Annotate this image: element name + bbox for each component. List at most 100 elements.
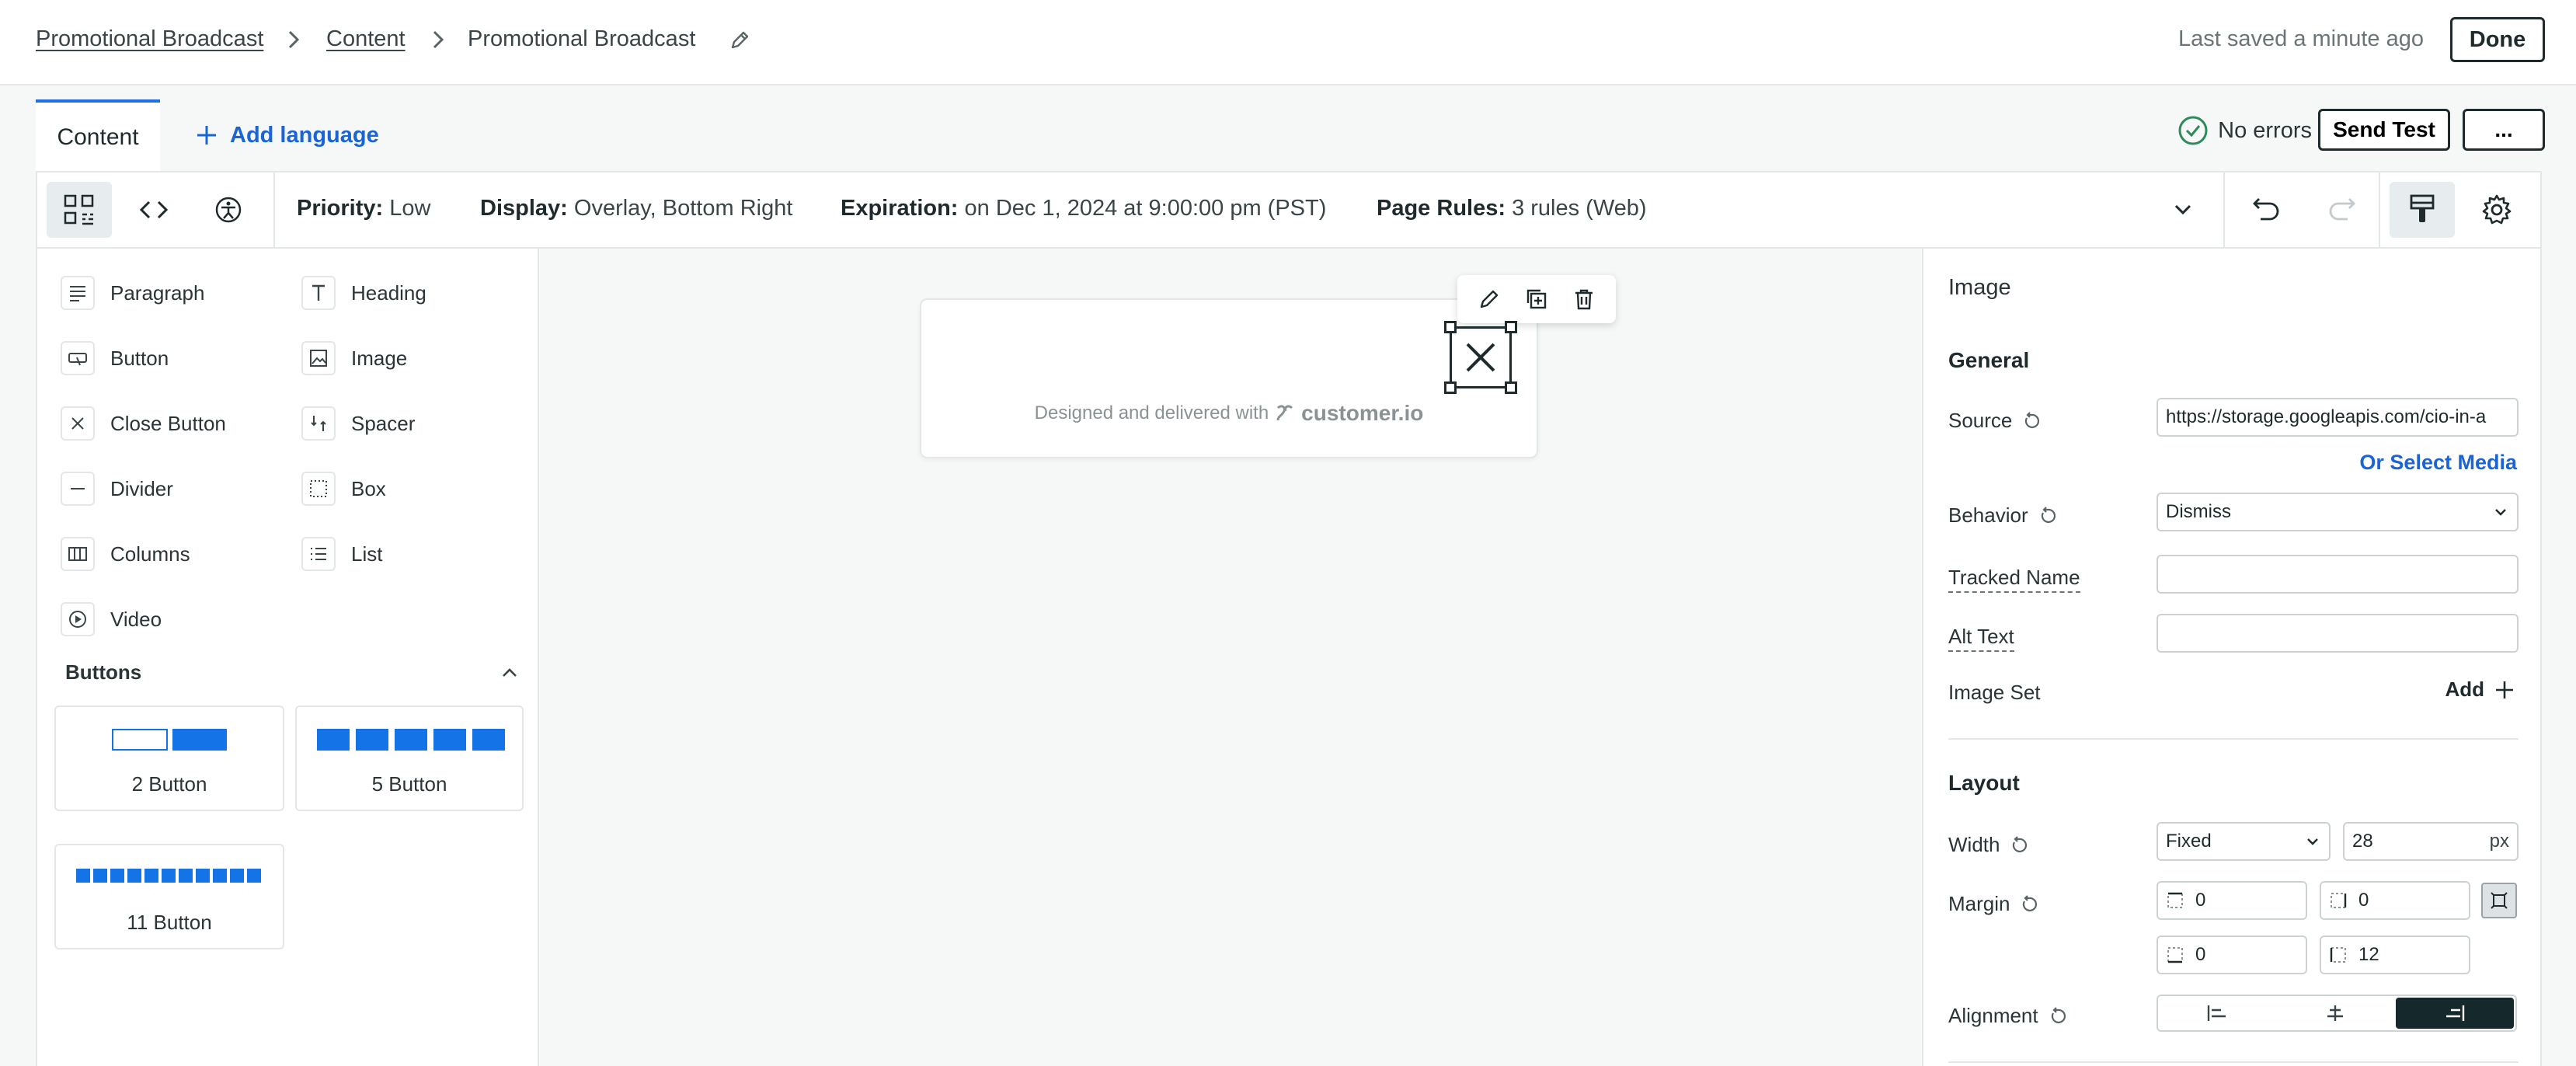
buttons-section-title: Buttons xyxy=(65,660,142,684)
resize-handle[interactable] xyxy=(1505,321,1517,333)
resize-handle[interactable] xyxy=(1505,381,1517,394)
video-play-icon xyxy=(61,602,95,636)
properties-panel: Image General Source https://storage.goo… xyxy=(1922,249,2542,1066)
image-set-add-button[interactable]: Add xyxy=(2445,678,2515,702)
resize-handle[interactable] xyxy=(1444,321,1457,333)
accessibility-icon xyxy=(211,193,245,227)
block-close-button[interactable]: Close Button xyxy=(61,404,226,443)
layout-section-title: Layout xyxy=(1948,771,2020,795)
margin-label: Margin xyxy=(1948,892,2039,916)
page-rules-info: Page Rules: 3 rules (Web) xyxy=(1377,196,1647,221)
block-columns[interactable]: Columns xyxy=(61,535,190,573)
toolbar-divider xyxy=(2379,172,2380,247)
image-set-label: Image Set xyxy=(1948,681,2041,704)
delivered-footer: Designed and delivered with customer.io xyxy=(921,401,1537,426)
align-right-button[interactable] xyxy=(2396,998,2514,1029)
style-panel-button[interactable] xyxy=(2390,182,2455,238)
chevron-down-icon xyxy=(2492,503,2509,521)
image-icon xyxy=(301,341,336,375)
editor-canvas[interactable]: Designed and delivered with customer.io xyxy=(539,249,1922,1066)
display-info: Display: Overlay, Bottom Right xyxy=(480,196,793,221)
breadcrumb-content-link[interactable]: Content xyxy=(326,26,406,52)
block-paragraph-label: Paragraph xyxy=(110,280,205,305)
two-button-template[interactable]: 2 Button xyxy=(54,705,284,811)
block-spacer[interactable]: Spacer xyxy=(301,404,415,443)
eleven-button-template[interactable]: 11 Button xyxy=(54,844,284,949)
buttons-section-header[interactable]: Buttons xyxy=(65,660,520,685)
general-section-title: General xyxy=(1948,348,2030,372)
accessibility-button[interactable] xyxy=(196,182,261,238)
margin-left-value: 12 xyxy=(2358,944,2379,965)
more-options-button[interactable]: ... xyxy=(2463,109,2545,151)
redo-button[interactable] xyxy=(2309,182,2374,238)
code-view-button[interactable] xyxy=(121,182,186,238)
block-divider-label: Divider xyxy=(110,476,173,500)
duplicate-icon[interactable] xyxy=(1525,287,1548,311)
margin-left-input[interactable]: 12 xyxy=(2320,935,2470,974)
code-icon xyxy=(137,193,171,227)
or-select-media-link[interactable]: Or Select Media xyxy=(2359,451,2517,475)
undo-button[interactable] xyxy=(2234,182,2299,238)
margin-top-input[interactable]: 0 xyxy=(2157,881,2307,920)
chevron-right-icon xyxy=(284,28,303,51)
reset-icon[interactable] xyxy=(2019,894,2039,914)
margin-right-input[interactable]: 0 xyxy=(2320,881,2470,920)
width-mode-select[interactable]: Fixed xyxy=(2157,822,2331,861)
width-unit: px xyxy=(2489,831,2509,852)
selected-image-element[interactable] xyxy=(1444,321,1517,394)
chevron-down-icon xyxy=(2170,197,2195,222)
close-x-icon xyxy=(1463,340,1499,375)
reset-icon[interactable] xyxy=(2038,506,2058,526)
close-icon xyxy=(61,406,95,441)
block-image[interactable]: Image xyxy=(301,339,407,378)
done-button[interactable]: Done xyxy=(2450,17,2545,62)
align-center-button[interactable] xyxy=(2276,996,2394,1030)
top-bar: Promotional Broadcast Content Promotiona… xyxy=(0,0,2576,85)
block-video[interactable]: Video xyxy=(61,600,162,639)
block-heading[interactable]: Heading xyxy=(301,273,426,312)
block-paragraph[interactable]: Paragraph xyxy=(61,273,204,312)
edit-name-pencil-icon[interactable] xyxy=(729,30,750,51)
settings-button[interactable] xyxy=(2464,182,2529,238)
source-input[interactable]: https://storage.googleapis.com/cio-in-a xyxy=(2157,398,2519,437)
send-test-button[interactable]: Send Test xyxy=(2318,109,2450,151)
width-value: 28 xyxy=(2352,831,2373,852)
plus-icon xyxy=(194,123,219,148)
reset-icon[interactable] xyxy=(2048,1006,2068,1026)
eleven-button-preview xyxy=(76,869,261,883)
breadcrumb-root-link[interactable]: Promotional Broadcast xyxy=(36,26,263,52)
expand-settings-button[interactable] xyxy=(2150,182,2216,238)
validation-status: No errors xyxy=(2177,115,2312,146)
tracked-name-input[interactable] xyxy=(2157,555,2519,594)
alt-text-input[interactable] xyxy=(2157,614,2519,653)
align-right-icon xyxy=(2443,1004,2466,1022)
section-divider xyxy=(1948,1061,2519,1063)
reset-icon[interactable] xyxy=(2021,411,2042,431)
paint-brush-icon xyxy=(2405,193,2439,227)
width-value-input[interactable]: 28 px xyxy=(2343,822,2519,861)
align-left-button[interactable] xyxy=(2158,996,2276,1030)
behavior-selected-value: Dismiss xyxy=(2166,501,2231,522)
toolbar-divider xyxy=(2223,172,2225,247)
behavior-select[interactable]: Dismiss xyxy=(2157,493,2519,531)
block-divider[interactable]: Divider xyxy=(61,469,173,508)
block-box[interactable]: Box xyxy=(301,469,386,508)
edit-pencil-icon[interactable] xyxy=(1478,287,1501,311)
margin-left-icon xyxy=(2329,946,2348,964)
alignment-segmented-control xyxy=(2157,995,2517,1032)
source-label: Source xyxy=(1948,409,2042,433)
tab-content[interactable]: Content xyxy=(36,99,160,172)
add-language-button[interactable]: Add language xyxy=(194,118,379,152)
block-list[interactable]: List xyxy=(301,535,382,573)
block-button[interactable]: Button xyxy=(61,339,169,378)
resize-handle[interactable] xyxy=(1444,381,1457,394)
reset-icon[interactable] xyxy=(2009,835,2029,855)
blocks-view-button[interactable] xyxy=(47,182,112,238)
trash-icon[interactable] xyxy=(1572,287,1596,311)
tracked-name-label: Tracked Name xyxy=(1948,566,2080,593)
margin-bottom-input[interactable]: 0 xyxy=(2157,935,2307,974)
five-button-template[interactable]: 5 Button xyxy=(295,705,524,811)
margin-link-toggle[interactable] xyxy=(2481,883,2517,918)
margin-top-value: 0 xyxy=(2195,890,2206,911)
width-label: Width xyxy=(1948,833,2029,857)
